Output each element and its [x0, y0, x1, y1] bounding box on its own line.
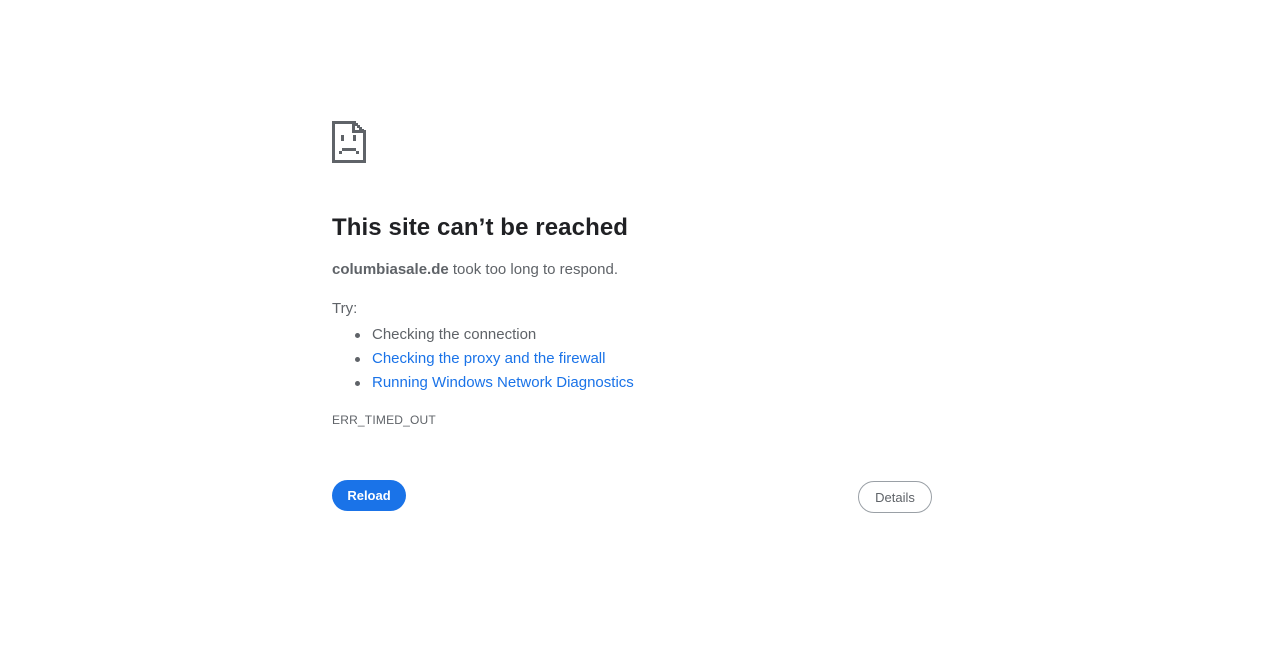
suggestion-list: Checking the connection Checking the pro…: [332, 323, 932, 395]
page-title: This site can’t be reached: [332, 214, 629, 241]
reload-button[interactable]: Reload: [332, 480, 406, 511]
suggestion-check-connection: Checking the connection: [355, 323, 932, 347]
network-diagnostics-link[interactable]: Running Windows Network Diagnostics: [372, 374, 634, 391]
sad-document-icon: [332, 121, 366, 163]
proxy-firewall-link[interactable]: Checking the proxy and the firewall: [372, 350, 605, 367]
suggestion-label: Checking the connection: [372, 326, 537, 343]
details-button[interactable]: Details: [858, 481, 932, 513]
error-code: ERR_TIMED_OUT: [332, 413, 436, 427]
try-label: Try:: [332, 300, 358, 317]
error-content: This site can’t be reached columbiasale.…: [332, 121, 932, 428]
error-summary: columbiasale.de took too long to respond…: [332, 260, 932, 280]
error-page: This site can’t be reached columbiasale.…: [0, 0, 1264, 653]
error-message: took too long to respond.: [448, 261, 619, 278]
suggestion-network-diagnostics: Running Windows Network Diagnostics: [355, 371, 932, 395]
suggestion-check-proxy-firewall: Checking the proxy and the firewall: [355, 347, 932, 371]
error-host: columbiasale.de: [332, 261, 449, 278]
